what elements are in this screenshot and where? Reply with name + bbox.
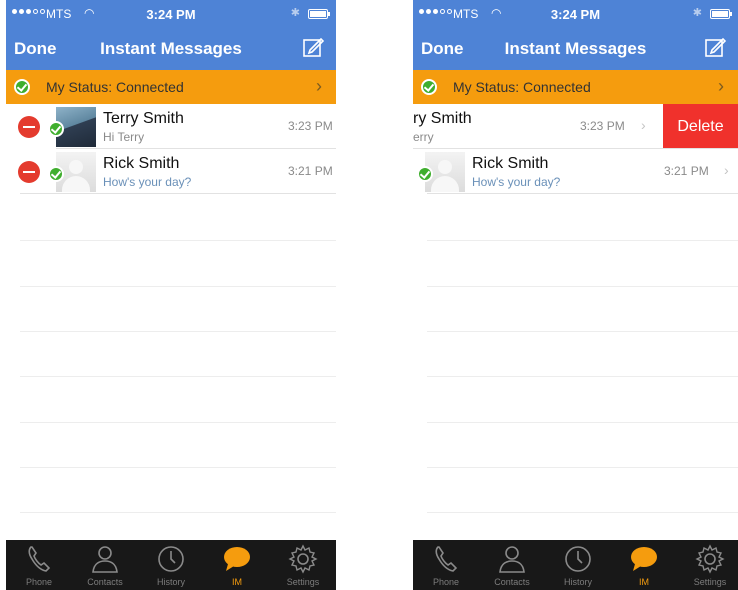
clock-icon — [158, 546, 184, 572]
clock-icon — [565, 546, 591, 572]
gear-icon — [695, 544, 725, 574]
chevron-right-icon: › — [718, 76, 724, 96]
tab-im[interactable]: IM — [611, 540, 677, 590]
tab-bar: Phone Contacts History IM Settings — [413, 540, 738, 590]
list-item[interactable]: Rick Smith How's your day? 3:21 PM — [6, 149, 336, 194]
phone-screen-swipe-delete: MTS ◠ 3:24 PM ✱ Done Instant Messages My… — [413, 0, 738, 590]
online-check-icon — [417, 166, 433, 182]
my-status-row[interactable]: My Status: Connected › — [6, 70, 336, 104]
divider — [20, 331, 336, 332]
list-item[interactable]: Rick Smith How's your day? 3:21 PM › — [413, 149, 738, 194]
person-icon — [499, 546, 525, 573]
tab-history[interactable]: History — [545, 540, 611, 590]
message-preview: Hi Terry — [103, 130, 145, 144]
compose-icon[interactable] — [704, 36, 726, 58]
tab-label: Contacts — [87, 577, 123, 587]
divider — [20, 512, 336, 513]
tab-history[interactable]: History — [138, 540, 204, 590]
chevron-right-icon: › — [316, 76, 322, 96]
person-icon — [92, 546, 118, 573]
status-bar: MTS ◠ 3:24 PM ✱ — [6, 0, 336, 28]
chevron-right-icon: › — [641, 117, 646, 133]
tab-im[interactable]: IM — [204, 540, 270, 590]
message-preview: How's your day? — [472, 175, 561, 189]
message-time: 3:21 PM — [664, 164, 709, 178]
tab-settings[interactable]: Settings — [270, 540, 336, 590]
tab-contacts[interactable]: Contacts — [479, 540, 545, 590]
chevron-right-icon: › — [724, 162, 729, 178]
divider — [427, 331, 738, 332]
delete-minus-icon[interactable] — [18, 116, 40, 138]
list-item-swiped[interactable]: ry Smith erry 3:23 PM › Delete — [413, 104, 738, 149]
list-item[interactable]: Terry Smith Hi Terry 3:23 PM — [6, 104, 336, 149]
tab-phone[interactable]: Phone — [413, 540, 479, 590]
navigation-bar: Done Instant Messages — [6, 28, 336, 70]
delete-button[interactable]: Delete — [663, 104, 738, 149]
chat-bubble-icon — [224, 547, 250, 571]
clock: 3:24 PM — [146, 7, 196, 22]
tab-contacts[interactable]: Contacts — [72, 540, 138, 590]
message-preview: erry — [413, 130, 434, 144]
divider — [427, 467, 738, 468]
contact-name: ry Smith — [413, 110, 472, 127]
my-status-label: My Status: Connected — [453, 79, 591, 95]
divider — [20, 376, 336, 377]
tab-label: Phone — [432, 577, 460, 587]
tab-bar: Phone Contacts History IM Settings — [6, 540, 336, 590]
message-time: 3:23 PM — [580, 119, 625, 133]
message-time: 3:21 PM — [288, 164, 333, 178]
connected-check-icon — [421, 79, 437, 95]
delete-minus-icon[interactable] — [18, 161, 40, 183]
divider — [427, 286, 738, 287]
page-title: Instant Messages — [100, 39, 242, 58]
chat-bubble-icon — [631, 547, 657, 571]
battery-icon — [710, 9, 732, 19]
phone-icon — [435, 546, 458, 572]
bluetooth-icon: ✱ — [692, 7, 702, 19]
message-time: 3:23 PM — [288, 119, 333, 133]
bluetooth-icon: ✱ — [290, 7, 300, 19]
tab-label: IM — [232, 577, 242, 587]
divider — [20, 467, 336, 468]
divider — [427, 240, 738, 241]
status-bar: MTS ◠ 3:24 PM ✱ — [413, 0, 738, 28]
online-check-icon — [48, 121, 64, 137]
navigation-bar: Done Instant Messages — [413, 28, 738, 70]
message-preview: How's your day? — [103, 175, 192, 189]
my-status-row[interactable]: My Status: Connected › — [413, 70, 738, 104]
contact-name: Rick Smith — [472, 155, 549, 172]
clock: 3:24 PM — [550, 7, 601, 22]
message-list: ry Smith erry 3:23 PM › Delete Rick Smit… — [413, 104, 738, 540]
divider — [20, 286, 336, 287]
divider — [20, 240, 336, 241]
contact-name: Terry Smith — [103, 110, 184, 127]
phone-icon — [28, 546, 51, 572]
tab-label: IM — [639, 577, 649, 587]
tab-settings[interactable]: Settings — [677, 540, 738, 590]
divider — [427, 422, 738, 423]
connected-check-icon — [14, 79, 30, 95]
battery-icon — [308, 9, 330, 19]
tab-label: History — [563, 577, 592, 587]
tab-label: Contacts — [494, 577, 530, 587]
divider — [20, 422, 336, 423]
compose-icon[interactable] — [302, 36, 324, 58]
phone-screen-edit-mode: MTS ◠ 3:24 PM ✱ Done Instant Messages My… — [6, 0, 336, 590]
page-title: Instant Messages — [504, 39, 647, 58]
divider — [427, 512, 738, 513]
divider — [427, 376, 738, 377]
gear-icon — [288, 544, 318, 574]
message-list: Terry Smith Hi Terry 3:23 PM Rick Smith … — [6, 104, 336, 540]
online-check-icon — [48, 166, 64, 182]
my-status-label: My Status: Connected — [46, 79, 184, 95]
contact-name: Rick Smith — [103, 155, 180, 172]
tab-label: Settings — [693, 577, 727, 587]
tab-label: Settings — [286, 577, 320, 587]
tab-label: Phone — [25, 577, 53, 587]
tab-phone[interactable]: Phone — [6, 540, 72, 590]
tab-label: History — [156, 577, 185, 587]
